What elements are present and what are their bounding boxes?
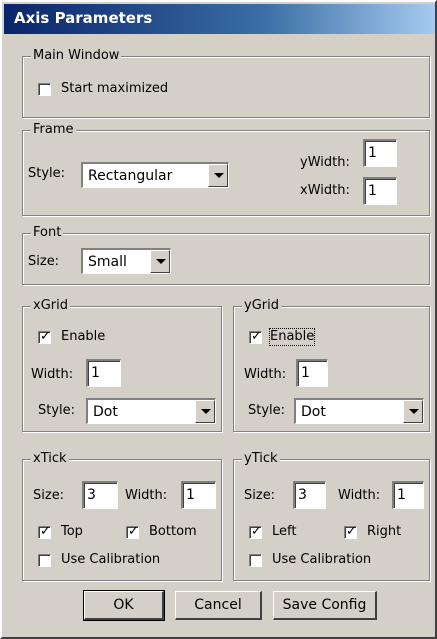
xtick-bottom-check-mark: ✓ [128,524,139,539]
ytick-width-input[interactable]: 1 [392,481,424,509]
chevron-down-icon [201,409,211,414]
xgrid-style-value: Dot [93,404,118,420]
xwidth-input[interactable]: 1 [363,177,397,205]
ygrid-style-label: Style: [248,403,286,418]
group-ytick: yTick Size: 3 Width: 1 ✓ Left ✓ Right Us… [233,450,430,581]
start-maximized-label: Start maximized [61,81,169,96]
ytick-left-label: Left [272,524,297,539]
group-xtick-legend: xTick [31,450,69,468]
xtick-width-label: Width: [125,488,168,503]
start-maximized-checkbox[interactable] [38,83,51,96]
xtick-size-label: Size: [33,488,65,503]
group-frame: Frame Style: Rectangular yWidth: 1 xWidt… [22,121,430,216]
xtick-size-input[interactable]: 3 [82,481,118,509]
xtick-calibration-checkbox[interactable] [38,554,51,567]
ytick-calibration-label: Use Calibration [272,552,372,567]
font-size-select[interactable]: Small [81,248,171,274]
ygrid-style-select[interactable]: Dot [294,398,424,424]
dialog-title: Axis Parameters [14,9,153,27]
group-ygrid-legend: yGrid [242,297,281,315]
chevron-down-icon [214,173,224,178]
frame-style-label: Style: [28,166,66,181]
xwidth-label: xWidth: [300,183,350,198]
xgrid-style-select[interactable]: Dot [86,398,216,424]
group-xgrid-legend: xGrid [31,297,70,315]
xgrid-enable-checkbox[interactable]: ✓ [38,329,51,344]
save-config-button[interactable]: Save Config [273,591,377,620]
group-xgrid: xGrid ✓ Enable Width: 1 Style: Dot [22,297,222,432]
frame-style-dropdown-button[interactable] [208,164,228,187]
ytick-right-label: Right [367,524,402,539]
xtick-bottom-checkbox[interactable]: ✓ [126,524,139,539]
group-ytick-legend: yTick [242,450,280,468]
group-font: Font Size: Small [22,224,430,285]
ygrid-width-input[interactable]: 1 [296,359,328,387]
title-bar[interactable]: Axis Parameters [4,4,435,34]
group-xtick: xTick Size: 3 Width: 1 ✓ Top ✓ Bottom Us… [22,450,222,581]
xtick-top-check-mark: ✓ [40,524,51,539]
chevron-down-icon [156,259,166,264]
ywidth-input[interactable]: 1 [363,139,397,167]
xtick-bottom-label: Bottom [149,524,197,539]
group-font-legend: Font [31,224,64,242]
frame-style-select[interactable]: Rectangular [81,162,229,188]
xtick-calibration-label: Use Calibration [61,552,161,567]
ygrid-style-value: Dot [301,404,326,420]
ytick-left-check-mark: ✓ [251,524,262,539]
xgrid-width-label: Width: [31,367,74,382]
chevron-down-icon [409,409,419,414]
xtick-top-checkbox[interactable]: ✓ [38,524,51,539]
xtick-width-input[interactable]: 1 [181,481,216,509]
ytick-size-label: Size: [244,488,276,503]
xgrid-enable-check-mark: ✓ [40,329,51,344]
group-ygrid: yGrid ✓ Enable Width: 1 Style: Dot [233,297,430,432]
group-main-window-legend: Main Window [31,47,122,65]
font-size-dropdown-button[interactable] [150,250,170,273]
ygrid-enable-label: Enable [268,328,316,346]
ok-button[interactable]: OK [83,590,165,621]
ygrid-width-label: Width: [244,367,287,382]
ygrid-style-dropdown-button[interactable] [403,400,423,423]
xgrid-width-input[interactable]: 1 [86,359,121,387]
ytick-size-input[interactable]: 3 [293,481,326,509]
ywidth-label: yWidth: [300,155,350,170]
ytick-right-check-mark: ✓ [346,524,357,539]
ygrid-enable-check-mark: ✓ [251,329,262,344]
ygrid-enable-checkbox[interactable]: ✓ [249,329,262,344]
ytick-calibration-checkbox[interactable] [249,554,262,567]
frame-style-value: Rectangular [88,168,173,184]
xtick-top-label: Top [61,524,83,539]
xgrid-style-dropdown-button[interactable] [195,400,215,423]
font-size-value: Small [88,254,127,270]
ytick-width-label: Width: [338,488,381,503]
cancel-button[interactable]: Cancel [175,591,262,620]
group-frame-legend: Frame [31,121,76,139]
ytick-right-checkbox[interactable]: ✓ [344,524,357,539]
xgrid-style-label: Style: [38,403,76,418]
xgrid-enable-label: Enable [61,329,106,344]
group-main-window: Main Window Start maximized [22,47,430,118]
ytick-left-checkbox[interactable]: ✓ [249,524,262,539]
font-size-label: Size: [28,254,60,269]
